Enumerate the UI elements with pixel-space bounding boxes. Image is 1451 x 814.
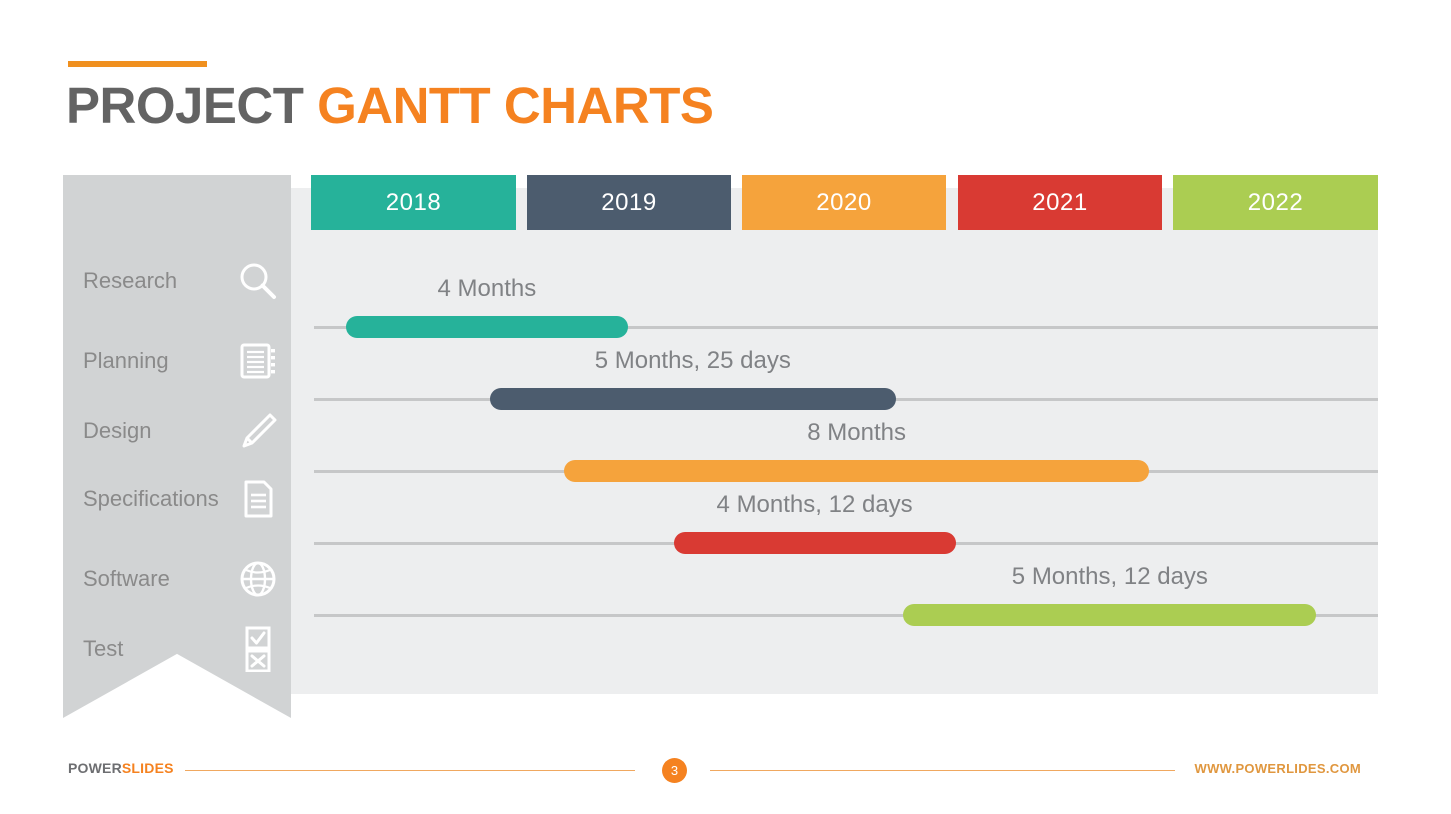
gantt-bar-specifications[interactable] bbox=[673, 532, 956, 554]
footer-divider-left bbox=[185, 770, 635, 771]
title-part-one: PROJECT bbox=[66, 77, 304, 134]
gantt-bar-planning[interactable] bbox=[489, 388, 896, 410]
sidebar-item-label: Design bbox=[83, 418, 152, 443]
globe-icon bbox=[235, 556, 281, 602]
sidebar-item-test[interactable]: Test bbox=[63, 621, 291, 677]
sidebar-item-research[interactable]: Research bbox=[63, 253, 291, 309]
search-icon bbox=[235, 258, 281, 304]
sidebar-item-label: Test bbox=[83, 636, 124, 661]
gantt-bar-duration-label: 8 Months bbox=[807, 419, 906, 446]
page-number-badge: 3 bbox=[662, 758, 687, 783]
year-tab-2021[interactable]: 2021 bbox=[958, 175, 1162, 230]
title-accent-rule bbox=[68, 61, 207, 67]
sidebar-item-label: Specifications bbox=[83, 486, 219, 511]
year-tab-2019[interactable]: 2019 bbox=[527, 175, 731, 230]
gantt-row: 8 Months bbox=[291, 419, 1378, 489]
gantt-row: 4 Months bbox=[291, 275, 1378, 345]
title-part-two: GANTT CHARTS bbox=[317, 77, 714, 134]
gantt-bar-software[interactable] bbox=[903, 604, 1317, 626]
checkbox-xbox-icon bbox=[235, 626, 281, 672]
year-tab-2022[interactable]: 2022 bbox=[1173, 175, 1378, 230]
footer-brand: POWERSLIDES bbox=[68, 760, 174, 776]
gantt-row: 4 Months, 12 days bbox=[291, 491, 1378, 561]
sidebar-item-label: Planning bbox=[83, 348, 169, 373]
sidebar-item-software[interactable]: Software bbox=[63, 551, 291, 607]
document-icon bbox=[235, 476, 281, 522]
gantt-bar-duration-label: 5 Months, 25 days bbox=[594, 347, 791, 374]
sidebar-item-label: Software bbox=[83, 566, 170, 591]
year-tab-label: 2020 bbox=[816, 188, 872, 216]
year-tab-label: 2018 bbox=[385, 188, 442, 216]
sidebar-item-planning[interactable]: Planning bbox=[63, 333, 291, 389]
sidebar-item-design[interactable]: Design bbox=[63, 403, 291, 459]
gantt-bar-research[interactable] bbox=[345, 316, 628, 338]
footer-url: WWW.POWERLIDES.COM bbox=[1194, 761, 1361, 776]
year-tab-label: 2021 bbox=[1032, 188, 1088, 216]
slide: PROJECT GANTT CHARTS 4 Months 5 Months, 2… bbox=[0, 0, 1451, 814]
chart-panel: 4 Months 5 Months, 25 days 8 Months 4 Month… bbox=[291, 188, 1378, 694]
gantt-bar-duration-label: 4 Months bbox=[437, 275, 537, 302]
brand-part-two: SLIDES bbox=[121, 760, 174, 776]
sidebar-item-specifications[interactable]: Specifications bbox=[63, 471, 291, 527]
year-tab-2020[interactable]: 2020 bbox=[742, 175, 946, 230]
year-tab-2018[interactable]: 2018 bbox=[311, 175, 516, 230]
gantt-row: 5 Months, 25 days bbox=[291, 347, 1378, 417]
notebook-icon bbox=[235, 338, 281, 384]
year-tab-label: 2022 bbox=[1247, 188, 1304, 216]
task-sidebar: Research Planning Design Specifications Soft… bbox=[63, 175, 291, 718]
year-tab-label: 2019 bbox=[601, 188, 657, 216]
footer-divider-right bbox=[710, 770, 1175, 771]
sidebar-item-label: Research bbox=[83, 268, 178, 293]
page-title: PROJECT GANTT CHARTS bbox=[66, 76, 714, 136]
gantt-bar-duration-label: 4 Months, 12 days bbox=[716, 491, 913, 518]
brand-part-one: POWER bbox=[68, 760, 122, 776]
gantt-bar-design[interactable] bbox=[564, 460, 1150, 482]
gantt-bar-duration-label: 5 Months, 12 days bbox=[1011, 563, 1208, 590]
gantt-row: 5 Months, 12 days bbox=[291, 563, 1378, 633]
pencil-icon bbox=[235, 408, 281, 454]
